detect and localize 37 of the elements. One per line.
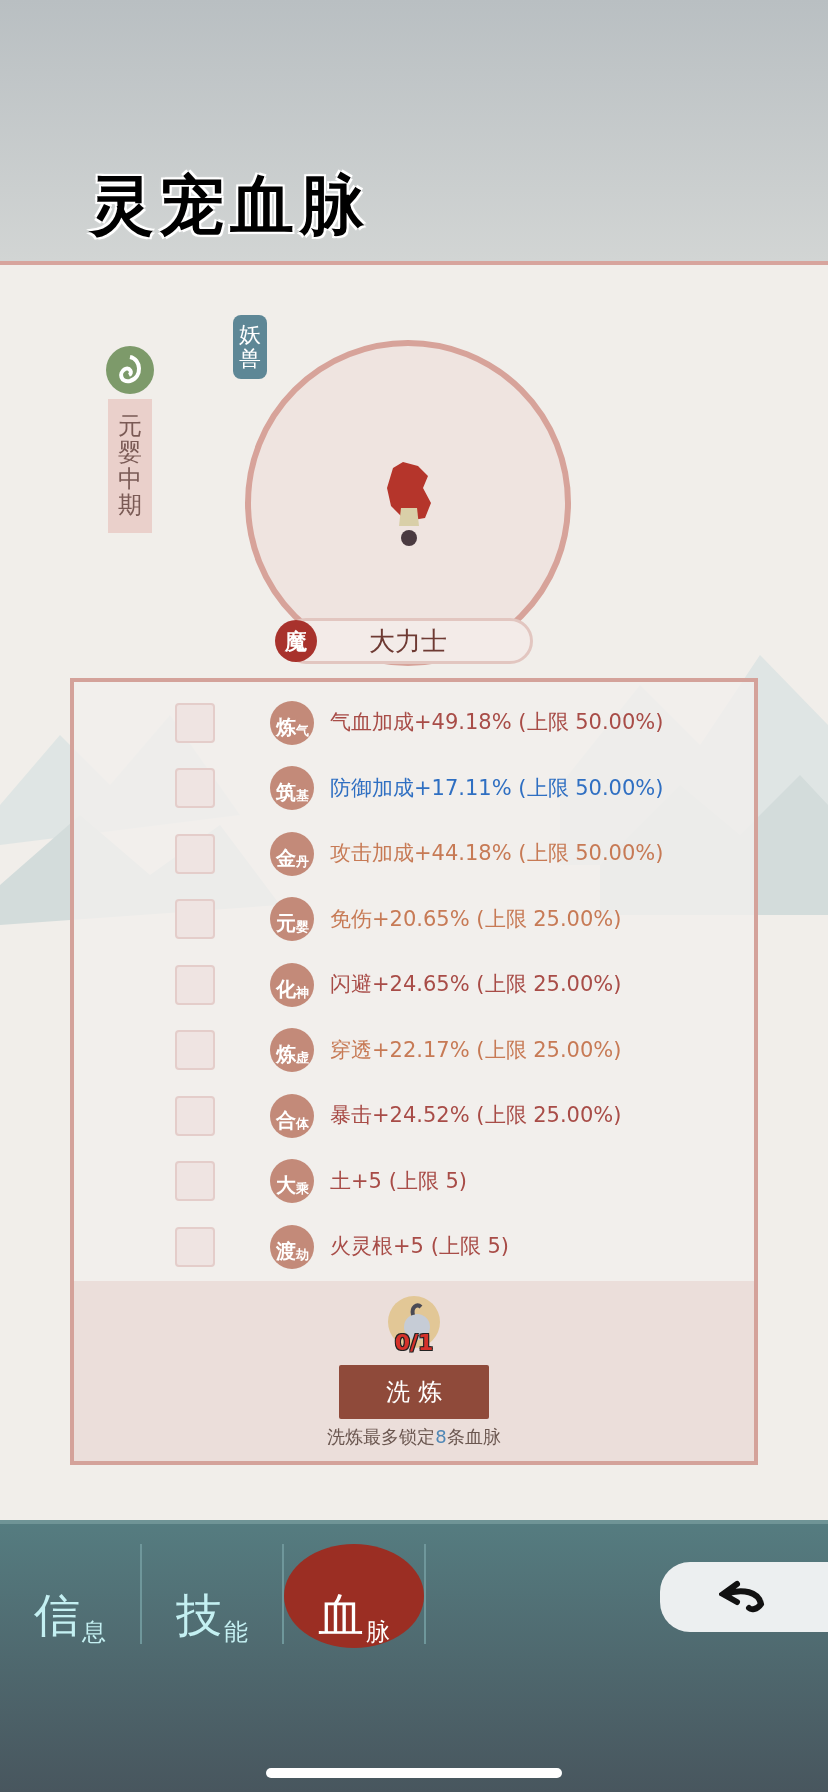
bloodline-attribute: 攻击加成+44.18% (上限 50.00%) [330, 840, 664, 867]
realm-label: 元婴中期 [108, 399, 152, 533]
bloodline-attribute: 土+5 (上限 5) [330, 1167, 468, 1195]
lock-checkbox[interactable] [175, 1226, 215, 1267]
swirl-emblem-icon [105, 345, 155, 395]
page-title: 灵宠血脉 [90, 166, 370, 244]
lock-checkbox[interactable] [175, 702, 215, 743]
lock-checkbox[interactable] [175, 899, 215, 940]
bloodline-attribute: 火灵根+5 (上限 5) [330, 1233, 510, 1260]
grade-badge: 元婴 [270, 897, 314, 942]
bloodline-attribute: 气血加成+49.18% (上限 50.00%) [330, 709, 664, 736]
name-text: 大力士 [369, 624, 447, 658]
grade-badge: 炼虚 [270, 1028, 314, 1073]
race-badge: 魔 [275, 620, 317, 662]
lock-hint: 洗炼最多锁定8条血脉 [327, 1425, 501, 1449]
lock-checkbox[interactable] [175, 1030, 215, 1071]
lock-checkbox[interactable] [175, 768, 215, 809]
lock-checkbox[interactable] [175, 964, 215, 1005]
bloodline-attribute: 暴击+24.52% (上限 25.00%) [330, 1102, 622, 1129]
bloodline-attribute: 穿透+22.17% (上限 25.00%) [330, 1036, 622, 1064]
lock-checkbox[interactable] [175, 1161, 215, 1202]
bloodline-attribute: 闪避+24.65% (上限 25.00%) [330, 971, 622, 998]
lock-checkbox[interactable] [175, 1095, 215, 1136]
grade-badge: 金丹 [270, 831, 314, 876]
grade-badge: 大乘 [270, 1159, 314, 1204]
lock-checkbox[interactable] [175, 833, 215, 874]
grade-badge: 炼气 [270, 700, 314, 745]
grade-badge: 合体 [270, 1093, 314, 1138]
bloodline-attribute: 防御加成+17.11% (上限 50.00%) [330, 774, 664, 802]
bloodline-attribute: 免伤+20.65% (上限 25.00%) [330, 905, 622, 933]
refine-button[interactable]: 洗 炼 [339, 1365, 489, 1419]
grade-badge: 化神 [270, 962, 314, 1007]
type-tag: 妖兽 [233, 315, 267, 380]
grade-badge: 筑基 [270, 766, 314, 811]
back-button[interactable] [660, 1562, 828, 1632]
item-count: 0/1 [394, 1329, 434, 1357]
grade-badge: 渡劫 [270, 1224, 314, 1269]
